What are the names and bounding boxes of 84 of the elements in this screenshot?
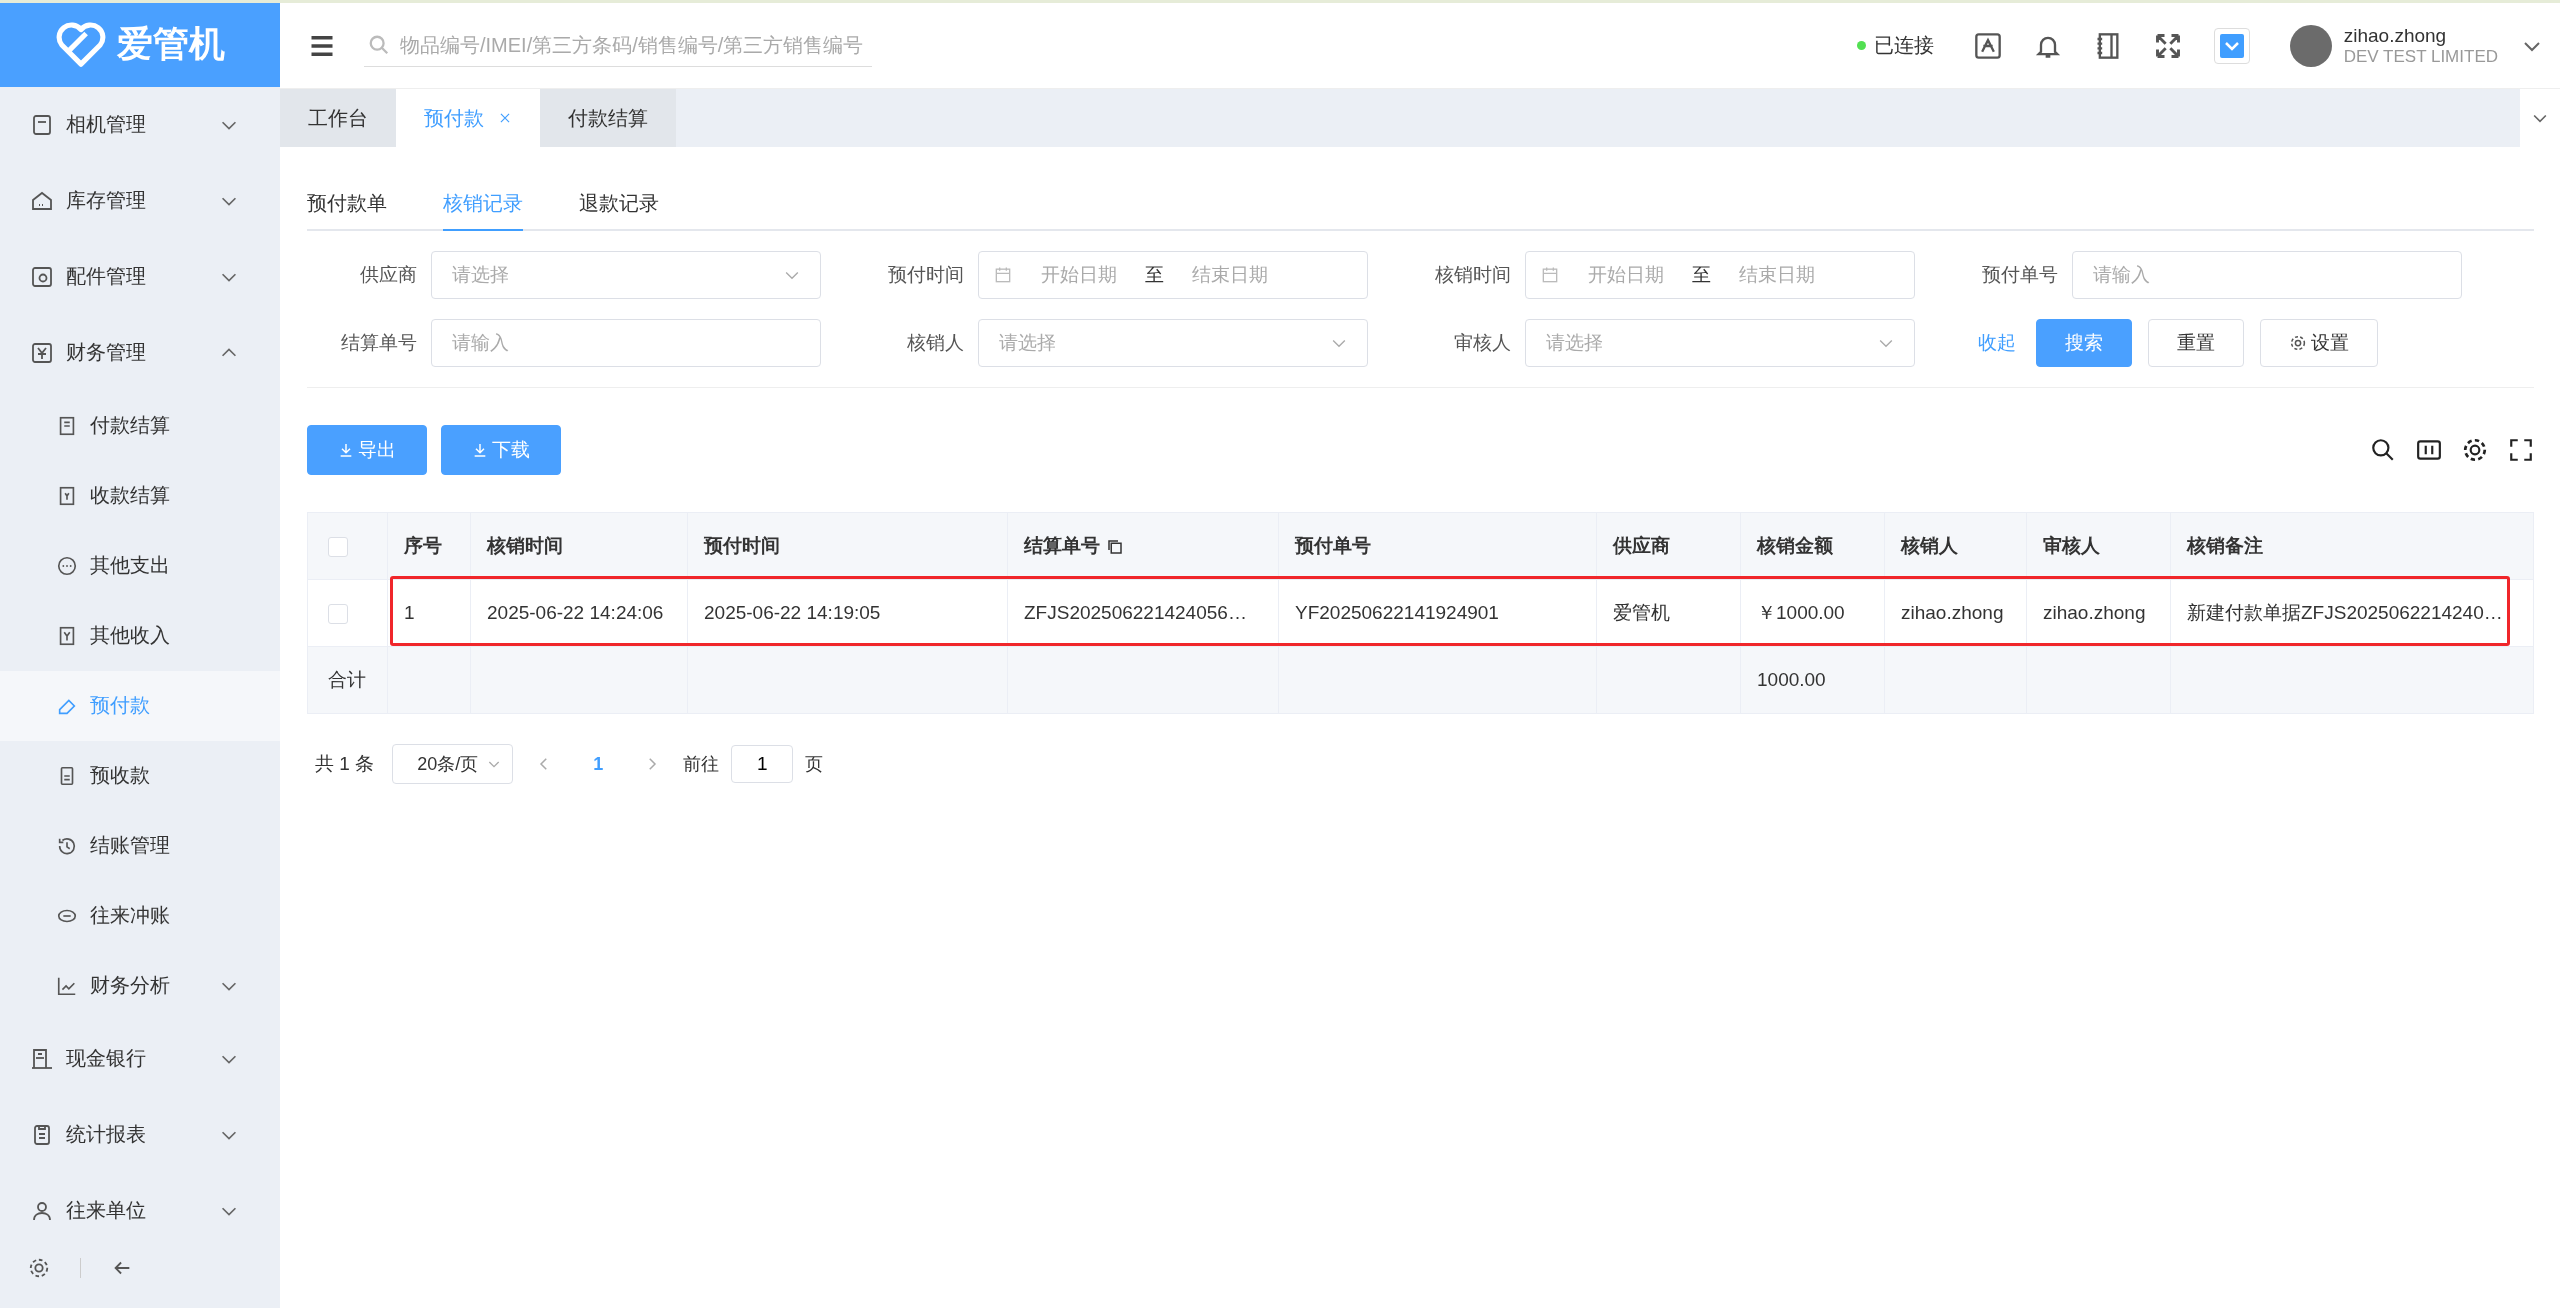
column-header: 审核人 bbox=[2043, 535, 2100, 556]
sidebar-item[interactable]: 相机管理 bbox=[0, 86, 280, 163]
sidebar-item[interactable]: 统计报表 bbox=[0, 1096, 280, 1173]
field-label: 核销时间 bbox=[1434, 263, 1512, 287]
sidebar-item[interactable]: 收款结算 bbox=[0, 460, 280, 531]
user-name: zihao.zhong bbox=[2343, 24, 2448, 47]
sidebar-item[interactable]: 往来单位 bbox=[0, 1172, 280, 1249]
column-header: 核销人 bbox=[1901, 535, 1958, 556]
column-header: 核销金额 bbox=[1757, 535, 1833, 556]
table-cell: 1 bbox=[404, 602, 415, 623]
table-cell: 新建付款单据ZFJS2025062214240… bbox=[2187, 602, 2503, 623]
sidebar-item[interactable]: 结账管理 bbox=[0, 810, 280, 881]
download-icon bbox=[338, 442, 354, 458]
connection-status: 已连接 bbox=[1873, 33, 1934, 58]
calendar-icon bbox=[1540, 265, 1560, 285]
page-size-select[interactable]: 20条/页 bbox=[392, 744, 514, 784]
summary-amount: 1000.00 bbox=[1757, 669, 1826, 690]
avatar[interactable] bbox=[2289, 24, 2332, 67]
date-range-field[interactable]: 开始日期 至 结束日期 bbox=[1525, 251, 1915, 299]
sidebar-item[interactable]: 预收款 bbox=[0, 740, 280, 811]
page-tab[interactable]: 工作台 bbox=[280, 89, 396, 147]
table-cell: 2025-06-22 14:24:06 bbox=[487, 602, 664, 623]
search-icon[interactable] bbox=[2370, 437, 2396, 463]
sidebar-item[interactable]: 其他收入 bbox=[0, 600, 280, 671]
table-cell: YF20250622141924901 bbox=[1295, 602, 1499, 623]
translate-icon[interactable] bbox=[1973, 31, 2002, 60]
goto-label: 前往 bbox=[683, 753, 720, 776]
logo-text: 爱管机 bbox=[117, 22, 225, 67]
page-suffix: 页 bbox=[805, 753, 824, 776]
heart-icon bbox=[55, 21, 107, 68]
checkbox[interactable] bbox=[328, 604, 348, 624]
sidebar-item[interactable]: 财务分析 bbox=[0, 950, 280, 1021]
close-icon[interactable] bbox=[498, 111, 512, 125]
sidebar-item[interactable]: 往来冲账 bbox=[0, 880, 280, 951]
table-cell: ZFJS202506221424056… bbox=[1024, 602, 1247, 623]
page-tab[interactable]: 付款结算 bbox=[540, 89, 676, 147]
column-icon[interactable] bbox=[2416, 437, 2442, 463]
column-header: 核销备注 bbox=[2187, 535, 2263, 556]
company-name: DEV TEST LIMITED bbox=[2343, 46, 2498, 67]
fullscreen-icon[interactable] bbox=[2153, 31, 2182, 60]
field-label: 预付时间 bbox=[887, 263, 965, 287]
copy-icon[interactable] bbox=[1106, 538, 1124, 556]
input-field[interactable]: 请输入 bbox=[431, 319, 821, 367]
calendar-icon bbox=[993, 265, 1013, 285]
column-header: 序号 bbox=[404, 535, 442, 556]
table-cell: zihao.zhong bbox=[2043, 602, 2146, 623]
field-label: 预付单号 bbox=[1981, 263, 2059, 287]
reset-button[interactable]: 重置 bbox=[2148, 319, 2244, 367]
fullscreen-icon[interactable] bbox=[2508, 437, 2534, 463]
input-field[interactable]: 请输入 bbox=[2072, 251, 2462, 299]
settings-button[interactable]: 设置 bbox=[2260, 319, 2378, 367]
settings-icon bbox=[2289, 334, 2307, 352]
tab[interactable]: 预付款单 bbox=[307, 190, 387, 231]
checkbox[interactable] bbox=[328, 537, 348, 557]
sidebar-item[interactable]: 付款结算 bbox=[0, 390, 280, 461]
download-icon bbox=[472, 442, 488, 458]
column-header: 结算单号 bbox=[1024, 535, 1100, 556]
dropdown-button[interactable] bbox=[2213, 27, 2250, 64]
field-label: 供应商 bbox=[359, 263, 418, 287]
chevron-down-icon bbox=[2219, 33, 2244, 58]
field-label: 审核人 bbox=[1453, 331, 1512, 355]
settings-icon[interactable] bbox=[28, 1257, 50, 1280]
date-range-field[interactable]: 开始日期 至 结束日期 bbox=[978, 251, 1368, 299]
sidebar-item[interactable]: 其他支出 bbox=[0, 530, 280, 601]
page-input[interactable]: 1 bbox=[731, 745, 794, 783]
column-header: 供应商 bbox=[1613, 535, 1670, 556]
sidebar-item[interactable]: 库存管理 bbox=[0, 162, 280, 239]
field-label: 核销人 bbox=[906, 331, 965, 355]
table-cell: ￥1000.00 bbox=[1757, 602, 1845, 623]
summary-label: 合计 bbox=[328, 669, 366, 690]
table-cell: 2025-06-22 14:19:05 bbox=[704, 602, 881, 623]
column-header: 核销时间 bbox=[487, 535, 563, 556]
sidebar-item[interactable]: 现金银行 bbox=[0, 1020, 280, 1097]
sidebar-item[interactable]: 配件管理 bbox=[0, 238, 280, 315]
total-count: 共 1 条 bbox=[315, 752, 375, 776]
search-icon bbox=[368, 34, 390, 56]
settings-icon[interactable] bbox=[2462, 437, 2488, 463]
column-header: 预付单号 bbox=[1295, 535, 1371, 556]
tab[interactable]: 退款记录 bbox=[579, 190, 659, 231]
table-cell: zihao.zhong bbox=[1901, 602, 2004, 623]
table-cell: 爱管机 bbox=[1613, 602, 1670, 623]
column-header: 预付时间 bbox=[704, 535, 780, 556]
field-label: 结算单号 bbox=[340, 331, 418, 355]
sidebar-item[interactable]: 财务管理 bbox=[0, 314, 280, 391]
